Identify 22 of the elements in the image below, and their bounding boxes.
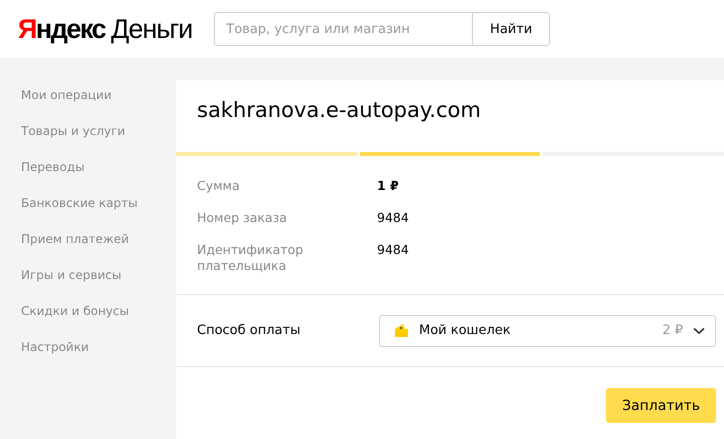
sidebar-link[interactable]: Переводы xyxy=(21,160,176,196)
pay-button[interactable]: Заплатить xyxy=(606,388,716,423)
detail-label: Идентификатор плательщика xyxy=(197,242,304,274)
detail-value: 9484 xyxy=(377,242,410,259)
detail-label: Номер заказа xyxy=(197,210,288,226)
sidebar-link[interactable]: Скидки и бонусы xyxy=(21,304,176,340)
chevron-down-icon xyxy=(693,326,705,334)
sidebar-link[interactable]: Прием платежей xyxy=(21,232,176,268)
sidebar-link[interactable]: Игры и сервисы xyxy=(21,268,176,304)
merchant-title: sakhranova.e-autopay.com xyxy=(196,97,482,124)
logo[interactable]: Яндекс Деньги xyxy=(18,14,192,44)
detail-value: 1 ₽ xyxy=(377,178,400,194)
sidebar-link[interactable]: Товары и услуги xyxy=(21,124,176,160)
wallet-icon xyxy=(394,323,409,338)
detail-value: 9484 xyxy=(377,210,410,226)
detail-label: Сумма xyxy=(197,178,241,194)
method-label: Способ оплаты xyxy=(197,323,302,338)
sidebar-link[interactable]: Банковские карты xyxy=(21,196,176,232)
search-field[interactable]: Товар, услуга или магазин Найти xyxy=(214,12,550,46)
sidebar-link[interactable]: Настройки xyxy=(21,340,176,376)
sidebar-link[interactable]: Мои операции xyxy=(21,88,176,124)
payment-method-select[interactable]: Мой кошелек 2 ₽ xyxy=(379,314,716,346)
